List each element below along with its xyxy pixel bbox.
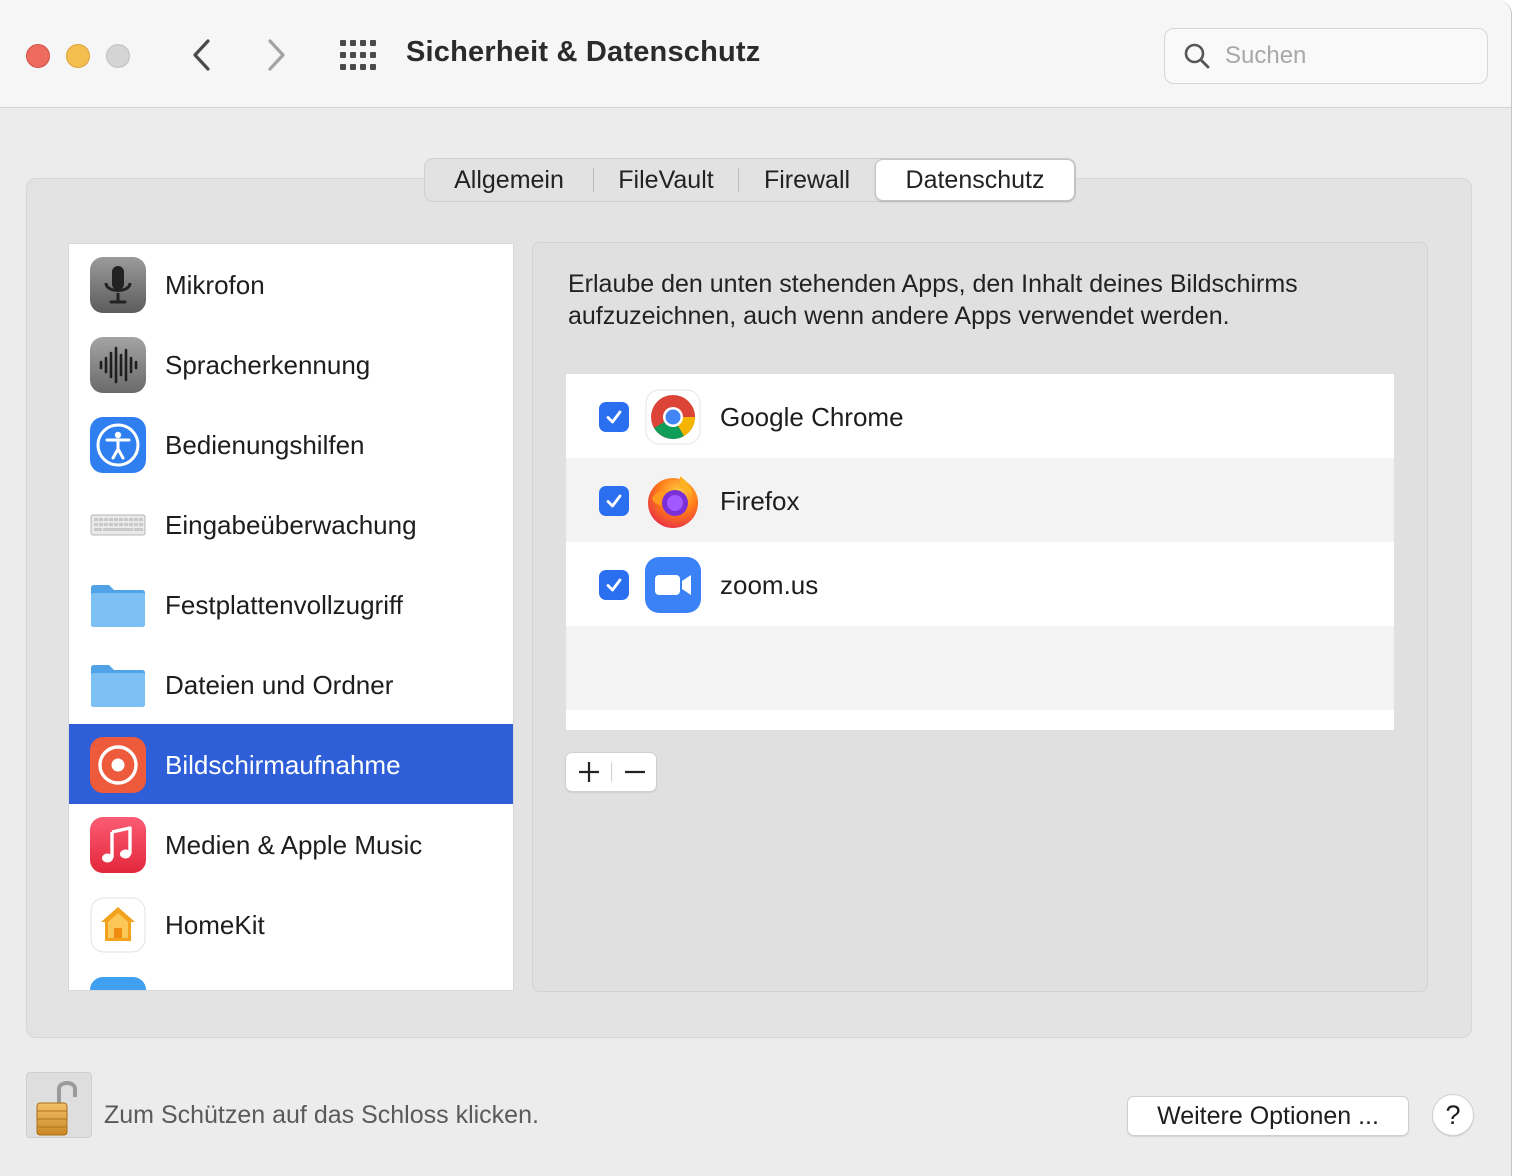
firefox-icon [648, 476, 698, 528]
microphone-icon [90, 257, 146, 313]
permission-description: Erlaube den unten stehenden Apps, den In… [568, 270, 1298, 330]
app-name: Google Chrome [720, 402, 904, 432]
tab-bar: Allgemein FileVault Firewall Datenschutz [424, 158, 1076, 202]
category-label: Spracherkennung [165, 350, 371, 380]
folder-icon [91, 585, 145, 627]
help-button[interactable]: ? [1432, 1094, 1474, 1136]
category-item-bedienungshilfen[interactable]: Bedienungshilfen [69, 404, 513, 484]
category-item-mikrofon[interactable]: Mikrofon [69, 244, 513, 324]
more-options-button[interactable]: Weitere Optionen ... [1127, 1096, 1409, 1136]
category-label: Eingabeüberwachung [165, 510, 417, 540]
waveform-icon [90, 337, 146, 393]
app-checkbox[interactable] [599, 402, 629, 432]
app-row-empty [566, 626, 1394, 710]
category-item-bildschirmaufnahme[interactable]: Bildschirmaufnahme [69, 724, 513, 804]
app-row-zoom[interactable]: zoom.us [566, 542, 1394, 626]
search-field[interactable] [1164, 28, 1488, 84]
show-all-button[interactable] [336, 36, 380, 74]
app-checkbox[interactable] [599, 486, 629, 516]
search-icon [1184, 43, 1210, 69]
category-item-medien-apple-music[interactable]: Medien & Apple Music [69, 804, 513, 884]
music-icon [90, 817, 146, 873]
app-name: zoom.us [720, 570, 819, 600]
category-item-dateien-und-ordner[interactable]: Dateien und Ordner [69, 644, 513, 724]
category-label: HomeKit [165, 910, 265, 940]
app-list[interactable]: Google Chrome Firefox zoom.us [566, 374, 1394, 730]
category-item-partial[interactable] [69, 964, 513, 990]
add-app-button[interactable] [566, 753, 611, 791]
accessibility-icon [90, 417, 146, 473]
window-title: Sicherheit & Datenschutz [406, 36, 761, 68]
category-item-homekit[interactable]: HomeKit [69, 884, 513, 964]
category-label: Dateien und Ordner [165, 670, 394, 700]
tab-firewall[interactable]: Firewall [739, 159, 875, 201]
remove-app-button[interactable] [612, 753, 657, 791]
lock-button[interactable] [26, 1072, 92, 1138]
title-bar: Sicherheit & Datenschutz [0, 0, 1511, 108]
privacy-category-list[interactable]: Mikrofon Spracherkennung Bedienungshilfe… [68, 243, 514, 991]
category-item-eingabeueberwachung[interactable]: Eingabeüberwachung [69, 484, 513, 564]
checkmark-icon [606, 410, 622, 424]
minimize-button[interactable] [66, 44, 90, 68]
checkmark-icon [606, 494, 622, 508]
home-icon [90, 897, 146, 953]
keyboard-icon [90, 514, 146, 536]
category-label: Bildschirmaufnahme [165, 750, 401, 780]
grid-icon [340, 40, 376, 70]
chevron-right-icon [268, 39, 285, 71]
category-label: Festplattenvollzugriff [165, 590, 403, 620]
app-row-firefox[interactable]: Firefox [566, 458, 1394, 542]
unlocked-padlock-icon [36, 1081, 77, 1136]
system-preferences-window: Sicherheit & Datenschutz Allgemein FileV… [0, 0, 1512, 1176]
category-label: Bedienungshilfen [165, 430, 365, 460]
folder-icon [91, 665, 145, 707]
tab-datenschutz[interactable]: Datenschutz [875, 159, 1075, 201]
lock-hint-text: Zum Schützen auf das Schloss klicken. [104, 1101, 539, 1129]
app-row-google-chrome[interactable]: Google Chrome [566, 374, 1394, 458]
category-label: Mikrofon [165, 270, 265, 300]
tab-allgemein[interactable]: Allgemein [425, 159, 593, 201]
app-name: Firefox [720, 486, 800, 516]
plus-icon [578, 762, 599, 782]
add-remove-control [565, 752, 657, 792]
minus-icon [624, 770, 645, 774]
category-label: Medien & Apple Music [165, 830, 423, 860]
tab-filevault[interactable]: FileVault [594, 159, 738, 201]
chrome-icon [645, 389, 701, 445]
app-checkbox[interactable] [599, 570, 629, 600]
forward-button[interactable] [256, 34, 296, 76]
zoom-icon [645, 557, 701, 613]
checkmark-icon [606, 578, 622, 592]
zoom-button[interactable] [106, 44, 130, 68]
screen-record-icon [90, 737, 146, 793]
back-button[interactable] [182, 34, 222, 76]
category-item-festplattenvollzugriff[interactable]: Festplattenvollzugriff [69, 564, 513, 644]
close-button[interactable] [26, 44, 50, 68]
category-item-spracherkennung[interactable]: Spracherkennung [69, 324, 513, 404]
chevron-left-icon [193, 39, 210, 71]
app-icon [90, 977, 146, 990]
search-input[interactable] [1225, 37, 1475, 75]
